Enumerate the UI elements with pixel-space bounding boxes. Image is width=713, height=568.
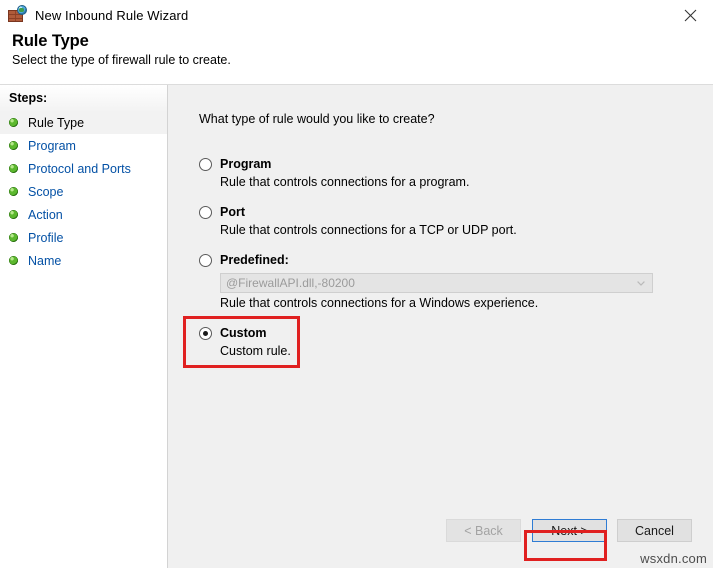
radio-program[interactable] <box>199 158 212 171</box>
sidebar-item-rule-type[interactable]: Rule Type <box>0 111 167 134</box>
sidebar-item-profile[interactable]: Profile <box>0 226 167 249</box>
title-bar: New Inbound Rule Wizard <box>0 0 713 30</box>
wizard-body: Steps: Rule Type Program Protocol and Po… <box>0 85 713 568</box>
option-predefined[interactable]: Predefined: @FirewallAPI.dll,-80200 Rule… <box>199 252 713 312</box>
cancel-button[interactable]: Cancel <box>617 519 692 542</box>
radio-predefined[interactable] <box>199 254 212 267</box>
steps-heading: Steps: <box>0 85 167 111</box>
predefined-rule-dropdown[interactable]: @FirewallAPI.dll,-80200 <box>220 273 653 293</box>
close-icon[interactable] <box>668 0 713 30</box>
sidebar-item-label: Rule Type <box>28 115 85 130</box>
radio-port[interactable] <box>199 206 212 219</box>
step-bullet-icon <box>9 210 18 219</box>
option-custom[interactable]: Custom Custom rule. <box>199 325 713 360</box>
step-bullet-icon <box>9 233 18 242</box>
watermark: wsxdn.com <box>640 551 707 566</box>
step-bullet-icon <box>9 187 18 196</box>
form-question: What type of rule would you like to crea… <box>199 112 435 126</box>
step-bullet-icon <box>9 118 18 127</box>
option-description: Custom rule. <box>220 344 291 358</box>
sidebar-item-protocol-and-ports[interactable]: Protocol and Ports <box>0 157 167 180</box>
wizard-window: New Inbound Rule Wizard Rule Type Select… <box>0 0 713 568</box>
sidebar-item-name[interactable]: Name <box>0 249 167 272</box>
rule-type-radio-group: Program Rule that controls connections f… <box>199 156 713 360</box>
option-title: Predefined: <box>220 253 289 267</box>
sidebar-item-scope[interactable]: Scope <box>0 180 167 203</box>
back-button[interactable]: < Back <box>446 519 521 542</box>
sidebar-item-label: Profile <box>28 230 64 245</box>
page-title: Rule Type <box>12 32 89 50</box>
page-subtitle: Select the type of firewall rule to crea… <box>12 53 231 67</box>
radio-custom[interactable] <box>199 327 212 340</box>
next-button[interactable]: Next > <box>532 519 607 542</box>
option-title: Program <box>220 157 272 171</box>
sidebar-item-label: Protocol and Ports <box>28 161 131 176</box>
content-panel: What type of rule would you like to crea… <box>168 85 713 568</box>
sidebar-item-label: Program <box>28 138 76 153</box>
step-bullet-icon <box>9 141 18 150</box>
window-title: New Inbound Rule Wizard <box>35 7 189 23</box>
chevron-down-icon <box>637 281 645 286</box>
step-bullet-icon <box>9 256 18 265</box>
rule-type-form: What type of rule would you like to crea… <box>168 85 713 508</box>
sidebar-item-label: Action <box>28 207 63 222</box>
option-program[interactable]: Program Rule that controls connections f… <box>199 156 713 191</box>
sidebar-item-label: Name <box>28 253 62 268</box>
steps-sidebar: Steps: Rule Type Program Protocol and Po… <box>0 85 168 568</box>
option-description: Rule that controls connections for a TCP… <box>220 223 517 237</box>
predefined-rule-value: @FirewallAPI.dll,-80200 <box>226 276 355 290</box>
sidebar-item-action[interactable]: Action <box>0 203 167 226</box>
sidebar-item-label: Scope <box>28 184 64 199</box>
step-bullet-icon <box>9 164 18 173</box>
option-title: Port <box>220 205 245 219</box>
option-title: Custom <box>220 326 267 340</box>
option-description: Rule that controls connections for a Win… <box>220 296 539 310</box>
firewall-globe-icon <box>7 5 27 25</box>
button-bar: < Back Next > Cancel <box>168 508 713 568</box>
sidebar-item-program[interactable]: Program <box>0 134 167 157</box>
option-description: Rule that controls connections for a pro… <box>220 175 470 189</box>
wizard-header: Rule Type Select the type of firewall ru… <box>0 30 713 85</box>
option-port[interactable]: Port Rule that controls connections for … <box>199 204 713 239</box>
